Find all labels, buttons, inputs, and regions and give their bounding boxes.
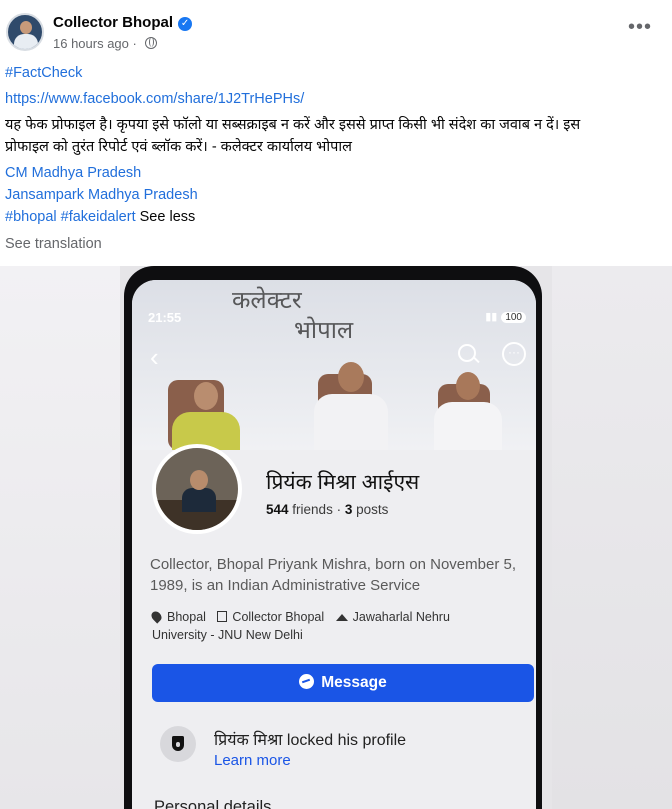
messenger-icon — [299, 674, 315, 689]
globe-icon — [144, 37, 157, 49]
cover-text-line1: कलेक्टर — [232, 287, 302, 314]
hashtags-bottom[interactable]: #bhopal #fakeidalert — [5, 209, 136, 225]
back-arrow-icon: ‹ — [150, 342, 159, 372]
post-time[interactable]: 16 hours ago — [53, 36, 129, 51]
locked-profile-text: प्रियंक मिश्रा locked his profile — [214, 732, 407, 749]
stats-separator: · — [336, 502, 342, 517]
profile-name: प्रियंक मिश्रा आईएस — [266, 471, 420, 494]
cover-person-right — [430, 370, 506, 450]
message-button: Message — [152, 664, 534, 702]
personal-details-heading: Personal details — [154, 798, 272, 809]
post-body-line-1: यह फेक प्रोफाइल है। कृपया इसे फॉलो या सब… — [5, 117, 581, 133]
graduation-cap-icon — [335, 614, 348, 621]
briefcase-icon — [217, 611, 228, 622]
posts-count: 3 — [344, 502, 353, 517]
details-line-1: Bhopal Collector Bhopal Jawaharlal Nehru — [149, 608, 512, 626]
locked-profile-notice: प्रियंक मिश्रा locked his profile Learn … — [132, 720, 536, 780]
mention-jansampark[interactable]: Jansampark Madhya Pradesh — [5, 184, 198, 206]
post-photo[interactable]: कलेक्टर भोपाल 21:55 ▮▮ 100 ‹ ··· प्रियंक… — [0, 266, 672, 809]
shield-lock-icon — [160, 726, 196, 762]
detail-education: Jawaharlal Nehru — [352, 610, 450, 624]
detail-education-line-2: University - JNU New Delhi — [152, 628, 303, 642]
profile-stats: 544 friends · 3 posts — [266, 502, 388, 517]
search-icon — [458, 344, 476, 362]
post-body-line-2: प्रोफाइल को तुरंत रिपोर्ट एवं ब्लॉक करें… — [5, 139, 352, 155]
photo-background-left — [0, 266, 120, 809]
detail-work: Collector Bhopal — [232, 610, 325, 624]
hashtags-row: #bhopal #fakeidalert See less — [5, 206, 195, 228]
bio-line-2: 1989, is an Indian Administrative Servic… — [150, 577, 421, 594]
photo-background-right — [552, 266, 672, 809]
location-pin-icon — [149, 609, 164, 624]
avatar-body — [14, 34, 38, 49]
status-icons: ▮▮ 100 — [485, 310, 526, 323]
cover-person-middle — [308, 360, 394, 450]
profile-picture — [152, 444, 242, 534]
phone-screen: कलेक्टर भोपाल 21:55 ▮▮ 100 ‹ ··· प्रियंक… — [132, 280, 536, 809]
post-header: Collector Bhopal ✓ 16 hours ago · ••• — [0, 0, 672, 62]
mention-cm-mp[interactable]: CM Madhya Pradesh — [5, 162, 141, 184]
bio-line-1: Collector, Bhopal Priyank Mishra, born o… — [150, 556, 517, 573]
message-button-label: Message — [321, 674, 387, 691]
separator-dot: · — [132, 36, 137, 51]
profile-details: Bhopal Collector Bhopal Jawaharlal Nehru… — [149, 608, 512, 644]
avatar-face — [20, 21, 32, 34]
more-circle-icon: ··· — [502, 342, 526, 366]
signal-icon: ▮▮ — [485, 311, 498, 323]
cover-photo: कलेक्टर भोपाल 21:55 ▮▮ 100 ‹ ··· — [132, 280, 536, 450]
verified-badge-icon: ✓ — [178, 17, 193, 31]
see-translation-link[interactable]: See translation — [5, 236, 102, 252]
profile-bio: Collector, Bhopal Priyank Mishra, born o… — [150, 554, 536, 596]
friends-count: 544 — [266, 502, 289, 517]
cover-text-line2: भोपाल — [294, 317, 354, 344]
cover-person-left — [164, 376, 248, 450]
post-meta: 16 hours ago · — [53, 36, 157, 51]
author-avatar[interactable] — [6, 13, 44, 51]
posts-label: posts — [356, 502, 389, 517]
more-options-icon[interactable]: ••• — [628, 17, 652, 37]
see-less-button[interactable]: See less — [140, 209, 196, 225]
author-name-text[interactable]: Collector Bhopal — [53, 14, 173, 31]
detail-location: Bhopal — [167, 610, 206, 624]
battery-level: 100 — [501, 312, 526, 323]
share-link[interactable]: https://www.facebook.com/share/1J2TrHePH… — [5, 88, 304, 110]
learn-more-link: Learn more — [214, 752, 291, 769]
cover-text: कलेक्टर भोपाल — [232, 286, 353, 346]
author-name[interactable]: Collector Bhopal ✓ — [53, 14, 193, 31]
friends-label: friends — [292, 502, 333, 517]
hashtag-factcheck[interactable]: #FactCheck — [5, 62, 82, 84]
status-time: 21:55 — [148, 310, 182, 325]
